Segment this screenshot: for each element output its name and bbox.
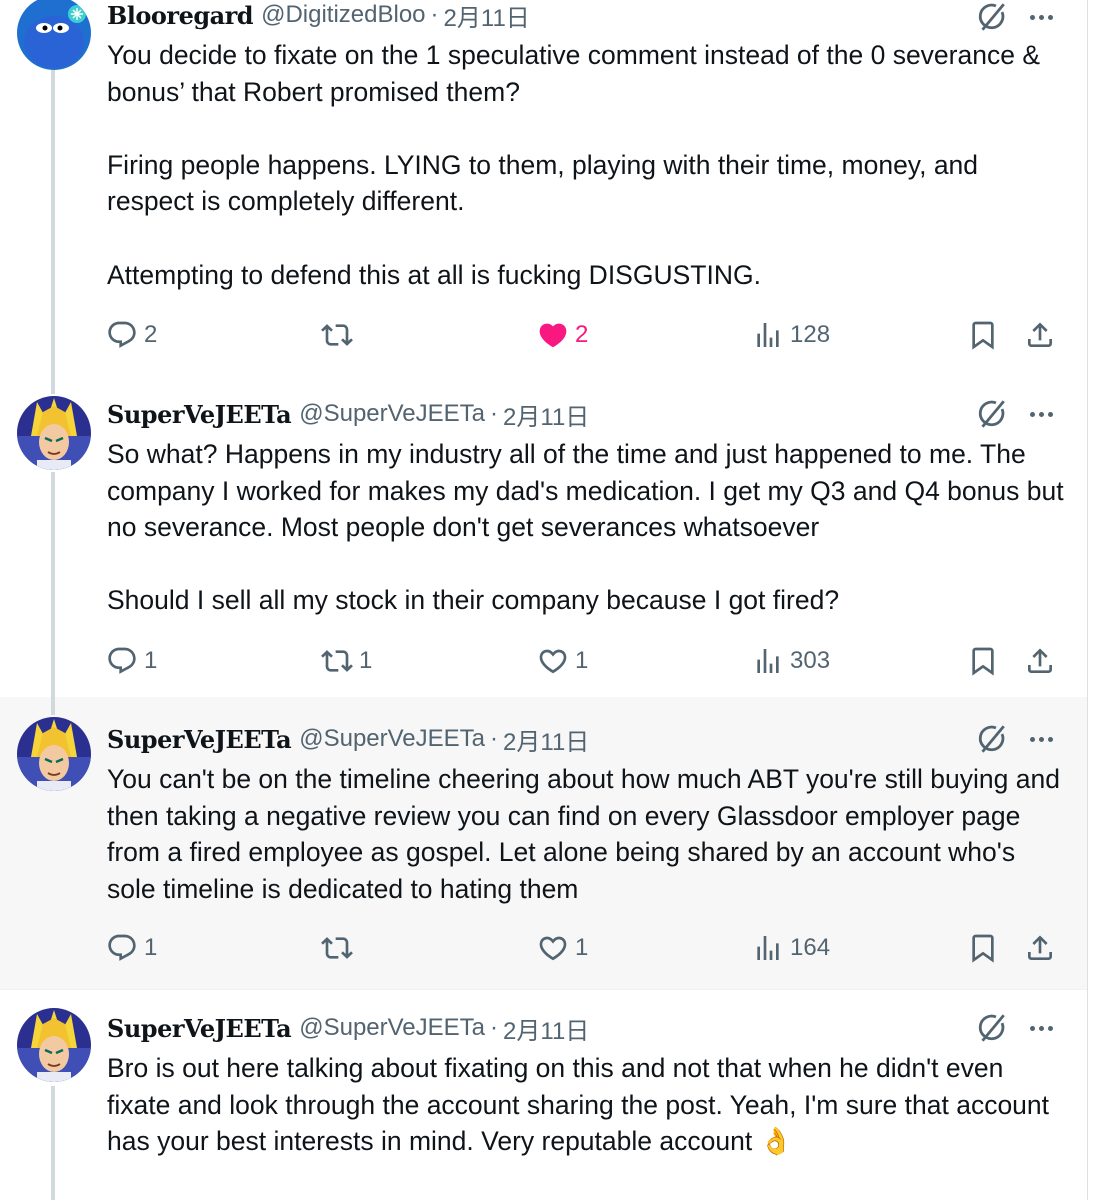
views-button[interactable]: 128 [752, 315, 830, 355]
repost-button[interactable] [321, 928, 359, 968]
grok-icon[interactable] [974, 722, 1008, 756]
views-button[interactable]: 164 [752, 928, 830, 968]
tweet[interactable]: SuperVeJEETa @SuperVeJEETa · 2月11日 You c… [0, 697, 1087, 989]
reply-icon [106, 645, 138, 677]
more-options-icon[interactable] [1024, 397, 1058, 431]
bookmark-icon [967, 645, 999, 677]
reply-button[interactable]: 1 [106, 928, 157, 968]
like-count: 1 [575, 647, 589, 674]
repost-button[interactable] [321, 315, 359, 355]
analytics-icon [752, 645, 784, 677]
view-count: 128 [790, 321, 831, 348]
reply-button[interactable]: 2 [106, 315, 157, 355]
timestamp[interactable]: 2月11日 [503, 722, 589, 757]
grok-icon[interactable] [974, 1011, 1008, 1045]
repost-count: 1 [359, 647, 373, 674]
separator-dot: · [490, 400, 499, 427]
avatar[interactable] [17, 396, 91, 470]
grok-icon[interactable] [974, 0, 1008, 34]
heart-icon [537, 932, 569, 964]
bookmark-icon [967, 932, 999, 964]
timestamp[interactable]: 2月11日 [503, 397, 589, 432]
tweet[interactable]: SuperVeJEETa @SuperVeJEETa · 2月11日 So wh… [0, 378, 1087, 697]
more-options-icon[interactable] [1024, 722, 1058, 756]
more-options-icon[interactable] [1024, 0, 1058, 34]
action-bar: 2 2 128 [0, 315, 1087, 355]
handle[interactable]: @SuperVeJEETa [299, 1014, 485, 1042]
reply-count: 1 [144, 934, 158, 961]
separator-dot: · [490, 1014, 499, 1041]
view-count: 164 [790, 934, 831, 961]
display-name[interactable]: SuperVeJEETa [107, 725, 292, 754]
avatar[interactable] [17, 1008, 91, 1082]
analytics-icon [752, 319, 784, 351]
repost-icon [321, 319, 353, 351]
share-button[interactable] [1024, 641, 1056, 681]
like-button[interactable]: 2 [537, 315, 588, 355]
bookmark-button[interactable] [967, 315, 999, 355]
display-name[interactable]: SuperVeJEETa [107, 400, 292, 429]
tweet-header: SuperVeJEETa @SuperVeJEETa · 2月11日 [107, 397, 589, 432]
tweet[interactable]: Blooregard @DigitizedBloo · 2月11日 You de… [0, 0, 1087, 378]
tweet-text: You can't be on the timeline cheering ab… [107, 764, 1060, 904]
display-name[interactable]: SuperVeJEETa [107, 1014, 292, 1043]
share-icon [1024, 645, 1056, 677]
grok-icon[interactable] [974, 397, 1008, 431]
heart-filled-icon [537, 319, 569, 351]
like-count: 1 [575, 934, 589, 961]
timeline-right-border [1087, 0, 1088, 1200]
bookmark-button[interactable] [967, 928, 999, 968]
reply-icon [106, 932, 138, 964]
like-count: 2 [575, 321, 589, 348]
views-button[interactable]: 303 [752, 641, 830, 681]
view-count: 303 [790, 647, 831, 674]
reply-icon [106, 319, 138, 351]
share-button[interactable] [1024, 315, 1056, 355]
tweet-text: You decide to fixate on the 1 speculativ… [107, 40, 1040, 290]
reply-count: 2 [144, 321, 158, 348]
thread-line [51, 1086, 55, 1200]
separator-dot: · [490, 725, 499, 752]
reply-count: 1 [144, 647, 158, 674]
avatar[interactable] [17, 717, 91, 791]
tweet-text: Bro is out here talking about fixating o… [107, 1053, 1050, 1157]
thread-line [51, 697, 55, 715]
handle[interactable]: @SuperVeJEETa [299, 725, 485, 753]
bookmark-icon [967, 319, 999, 351]
avatar[interactable] [17, 0, 91, 70]
bookmark-button[interactable] [967, 641, 999, 681]
repost-icon [321, 645, 353, 677]
more-options-icon[interactable] [1024, 1011, 1058, 1045]
analytics-icon [752, 932, 784, 964]
timestamp[interactable]: 2月11日 [503, 1011, 589, 1046]
thread-line [51, 378, 55, 394]
tweet-header: SuperVeJEETa @SuperVeJEETa · 2月11日 [107, 722, 589, 757]
repost-button[interactable]: 1 [321, 641, 372, 681]
like-button[interactable]: 1 [537, 928, 588, 968]
tweet-text: So what? Happens in my industry all of t… [107, 439, 1064, 616]
share-icon [1024, 319, 1056, 351]
timestamp[interactable]: 2月11日 [444, 0, 530, 33]
tweet-header: Blooregard @DigitizedBloo · 2月11日 [107, 0, 530, 33]
repost-icon [321, 932, 353, 964]
tweet[interactable]: SuperVeJEETa @SuperVeJEETa · 2月11日 Bro i… [0, 990, 1087, 1200]
share-button[interactable] [1024, 928, 1056, 968]
separator-dot: · [430, 1, 439, 28]
heart-icon [537, 645, 569, 677]
handle[interactable]: @SuperVeJEETa [299, 400, 485, 428]
action-bar: 1 1 1 303 [0, 641, 1087, 681]
reply-button[interactable]: 1 [106, 641, 157, 681]
display-name[interactable]: Blooregard [107, 1, 254, 30]
handle[interactable]: @DigitizedBloo [261, 1, 425, 29]
action-bar: 1 1 164 [0, 928, 1087, 968]
like-button[interactable]: 1 [537, 641, 588, 681]
share-icon [1024, 932, 1056, 964]
tweet-header: SuperVeJEETa @SuperVeJEETa · 2月11日 [107, 1011, 589, 1046]
